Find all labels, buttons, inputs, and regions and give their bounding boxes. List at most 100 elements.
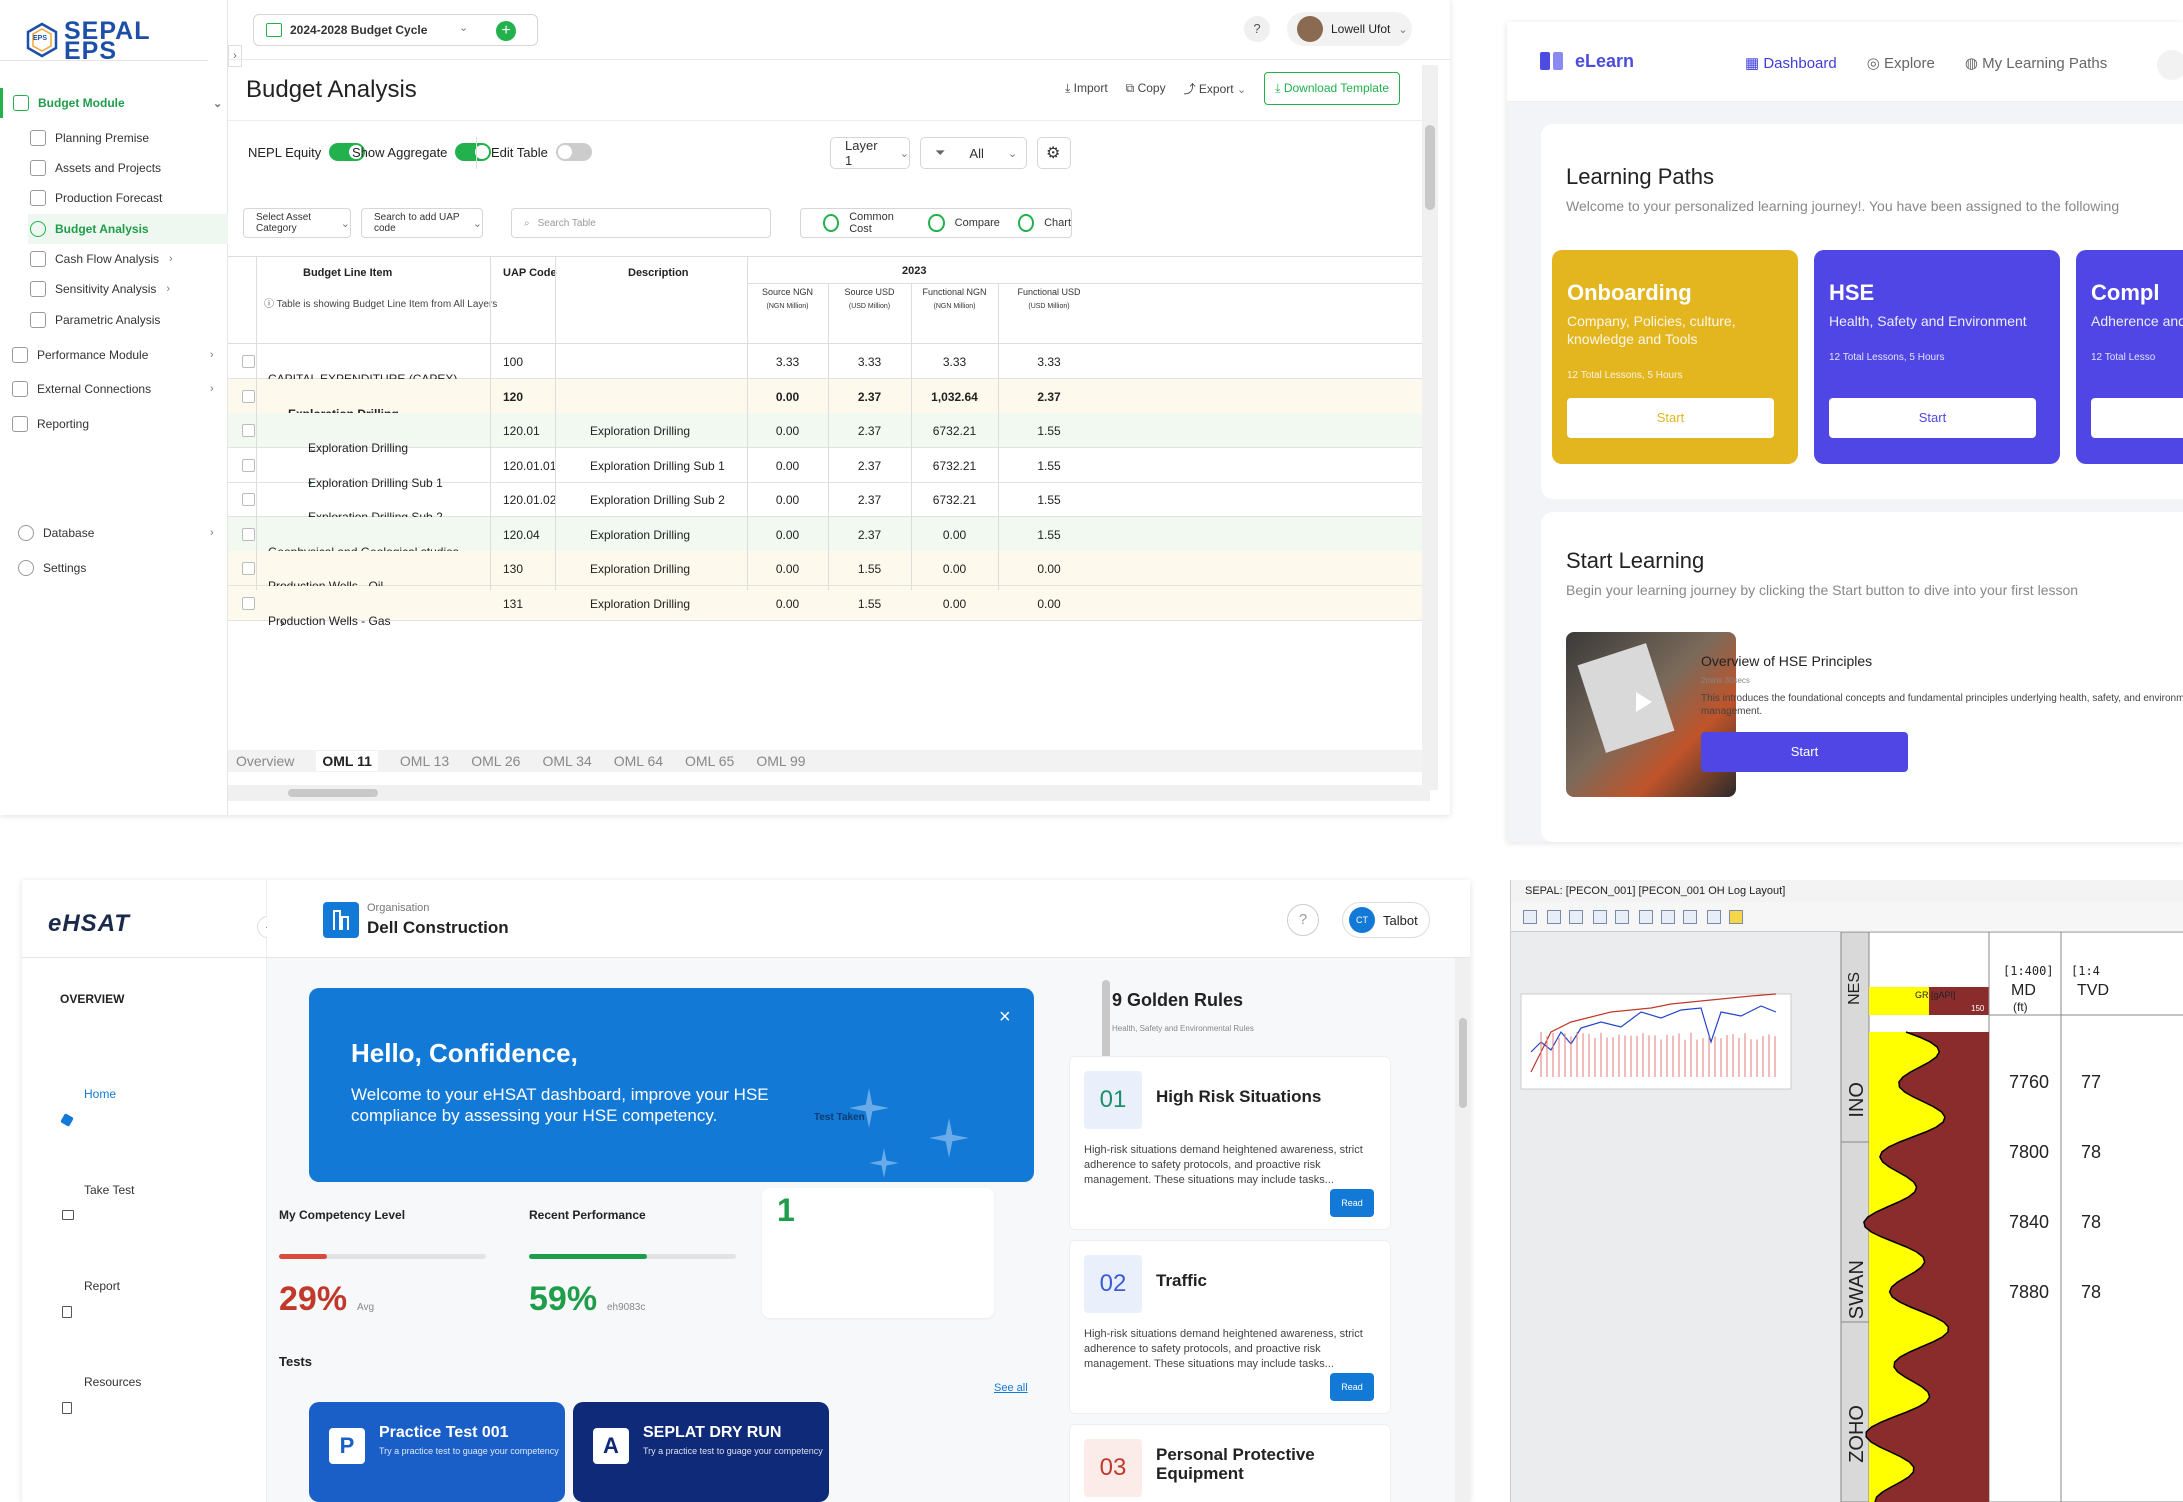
layer-select[interactable]: Layer 1 ⌄ [830,137,910,169]
golden-rule-card[interactable]: 02 Traffic High-risk situations demand hei… [1069,1240,1391,1414]
table-row[interactable]: ⌄ Exploration Drilling 120.01 Exploration … [228,413,1430,448]
row-checkbox[interactable] [242,493,255,506]
nav-reporting[interactable]: Reporting [12,409,89,439]
learning-path-card[interactable]: Compl Adherence and regul 12 Total Lesso [2076,250,2183,464]
tab-oml-64[interactable]: OML 64 [614,753,663,769]
table-row[interactable]: Geophysical and Geological studies›120.0… [228,517,1430,552]
read-button[interactable]: Read [1330,1373,1374,1401]
toolbar-icon[interactable] [1523,910,1537,924]
play-icon[interactable] [1636,692,1652,712]
compare-radio[interactable] [928,214,944,232]
learning-path-card[interactable]: Onboarding Company, Policies, culture, kn… [1552,250,1798,464]
toolbar-icon[interactable] [1547,910,1561,924]
test-card[interactable]: P Practice Test 001 Try a practice test to… [309,1402,565,1502]
toolbar-icon[interactable] [1661,910,1675,924]
row-checkbox[interactable] [242,528,255,541]
row-checkbox[interactable] [242,390,255,403]
table-row[interactable]: • Exploration Drilling Sub 1 120.01.01 Exp… [228,448,1430,483]
budget-cycle-select[interactable]: 2024-2028 Budget Cycle ⌄ + [253,14,538,46]
nav-home[interactable]: Home [84,1087,116,1101]
toolbar-icon[interactable] [1729,910,1743,924]
nav-external-connections[interactable]: External Connections › [12,374,222,404]
chart-radio[interactable] [1018,214,1034,232]
nav-my-learning-paths[interactable]: ◍ My Learning Paths [1965,54,2107,72]
path-start-button[interactable]: Start [1829,398,2036,438]
path-start-button[interactable]: Start [1567,398,1774,438]
toolbar-icon[interactable] [1683,910,1697,924]
horizontal-scrollbar[interactable] [228,785,1430,801]
toolbar-icon[interactable] [1707,910,1721,924]
toolbar-icon[interactable] [1639,910,1653,924]
learning-path-card[interactable]: HSE Health, Safety and Environment 12 Tota… [1814,250,2060,464]
nav-assets-projects[interactable]: Assets and Projects [30,153,161,183]
toolbar-icon[interactable] [1593,910,1607,924]
table-row[interactable]: • Exploration Drilling Sub 2120.01.02Exp… [228,482,1430,517]
toggle-switch[interactable] [556,143,592,161]
help-button[interactable]: ? [1244,16,1270,42]
filter-select[interactable]: ⏷ All ⌄ [920,137,1027,169]
nav-database[interactable]: Database › [18,518,222,548]
toolbar-icon[interactable] [1569,910,1583,924]
table-row[interactable]: ⌄ CAPITAL EXPENDITURE (CAPEX)1003.333.33… [228,344,1430,379]
vertical-scrollbar[interactable] [1455,958,1470,1502]
download-template-button[interactable]: ⤓ Download Template [1264,72,1400,105]
search-icon[interactable] [2157,50,2183,80]
show-aggregate-toggle[interactable]: Show Aggregate [352,143,491,161]
help-button[interactable]: ? [1287,904,1319,936]
row-checkbox[interactable] [242,355,255,368]
asset-category-select[interactable]: Select Asset Category ⌄ [243,208,351,238]
see-all-link[interactable]: See all [994,1382,1028,1394]
tab-oml-34[interactable]: OML 34 [542,753,591,769]
user-menu[interactable]: CT Talbot [1342,902,1430,938]
nav-resources[interactable]: Resources [84,1375,141,1389]
scroll-thumb[interactable] [288,789,378,797]
search-input[interactable]: ⌕ Search Table [511,208,771,238]
table-row[interactable]: Production Wells - Oil›130Exploration Dr… [228,551,1430,586]
tab-oml-26[interactable]: OML 26 [471,753,520,769]
row-checkbox[interactable] [242,597,255,610]
nav-performance-module[interactable]: Performance Module › [12,340,222,370]
nav-budget-module[interactable]: Budget Module ⌄ [0,88,228,118]
user-menu[interactable]: Lowell Ufot ⌄ [1287,12,1412,46]
tab-oml-99[interactable]: OML 99 [756,753,805,769]
nav-dashboard[interactable]: ▦ Dashboard [1745,54,1837,72]
copy-button[interactable]: ⧉ Copy [1126,81,1166,96]
golden-rule-card[interactable]: 01 High Risk Situations High-risk situatio… [1069,1056,1391,1230]
import-button[interactable]: ⤓ Import [1065,81,1108,96]
read-button[interactable]: Read [1330,1189,1374,1217]
edit-table-toggle[interactable]: Edit Table [491,143,592,161]
test-card[interactable]: A SEPLAT DRY RUN Try a practice test to gu… [573,1402,829,1502]
tab-oml-13[interactable]: OML 13 [400,753,449,769]
table-settings-button[interactable]: ⚙ [1037,137,1071,169]
scroll-thumb[interactable] [1459,1018,1467,1108]
row-checkbox[interactable] [242,562,255,575]
nav-sensitivity[interactable]: Sensitivity Analysis › [30,274,170,304]
toggle-switch[interactable] [455,143,491,161]
table-row[interactable]: ⌄ Exploration Drilling1200.002.371,032.6… [228,379,1430,414]
scroll-thumb[interactable] [1425,125,1435,210]
nav-take-test[interactable]: Take Test [84,1183,134,1197]
toolbar-icon[interactable] [1615,910,1629,924]
nav-cash-flow[interactable]: Cash Flow Analysis › [30,244,173,274]
add-cycle-button[interactable]: + [496,21,516,41]
lesson-start-button[interactable]: Start [1701,732,1908,772]
table-row[interactable]: Production Wells - Gas › 131 Exploration Dr… [228,586,1430,621]
close-icon[interactable]: × [999,1006,1011,1029]
uap-code-select[interactable]: Search to add UAP code ⌄ [361,208,483,238]
path-start-button[interactable] [2091,398,2183,438]
row-checkbox[interactable] [242,424,255,437]
nav-planning-premise[interactable]: Planning Premise [30,123,149,153]
tab-overview[interactable]: Overview [236,753,294,769]
golden-rule-card[interactable]: 03 Personal Protective Equipment [1069,1424,1391,1502]
nav-budget-analysis[interactable]: Budget Analysis [28,214,228,244]
common-cost-radio[interactable] [823,214,839,232]
tab-oml-11[interactable]: OML 11 [316,751,378,771]
nav-explore[interactable]: ◎ Explore [1867,54,1935,72]
nepl-equity-toggle[interactable]: NEPL Equity [248,143,365,161]
nav-settings[interactable]: Settings [18,553,86,583]
vertical-scrollbar[interactable] [1422,65,1438,790]
nav-production-forecast[interactable]: Production Forecast [30,183,162,213]
tab-oml-65[interactable]: OML 65 [685,753,734,769]
row-checkbox[interactable] [242,459,255,472]
nav-parametric[interactable]: Parametric Analysis [30,305,160,335]
